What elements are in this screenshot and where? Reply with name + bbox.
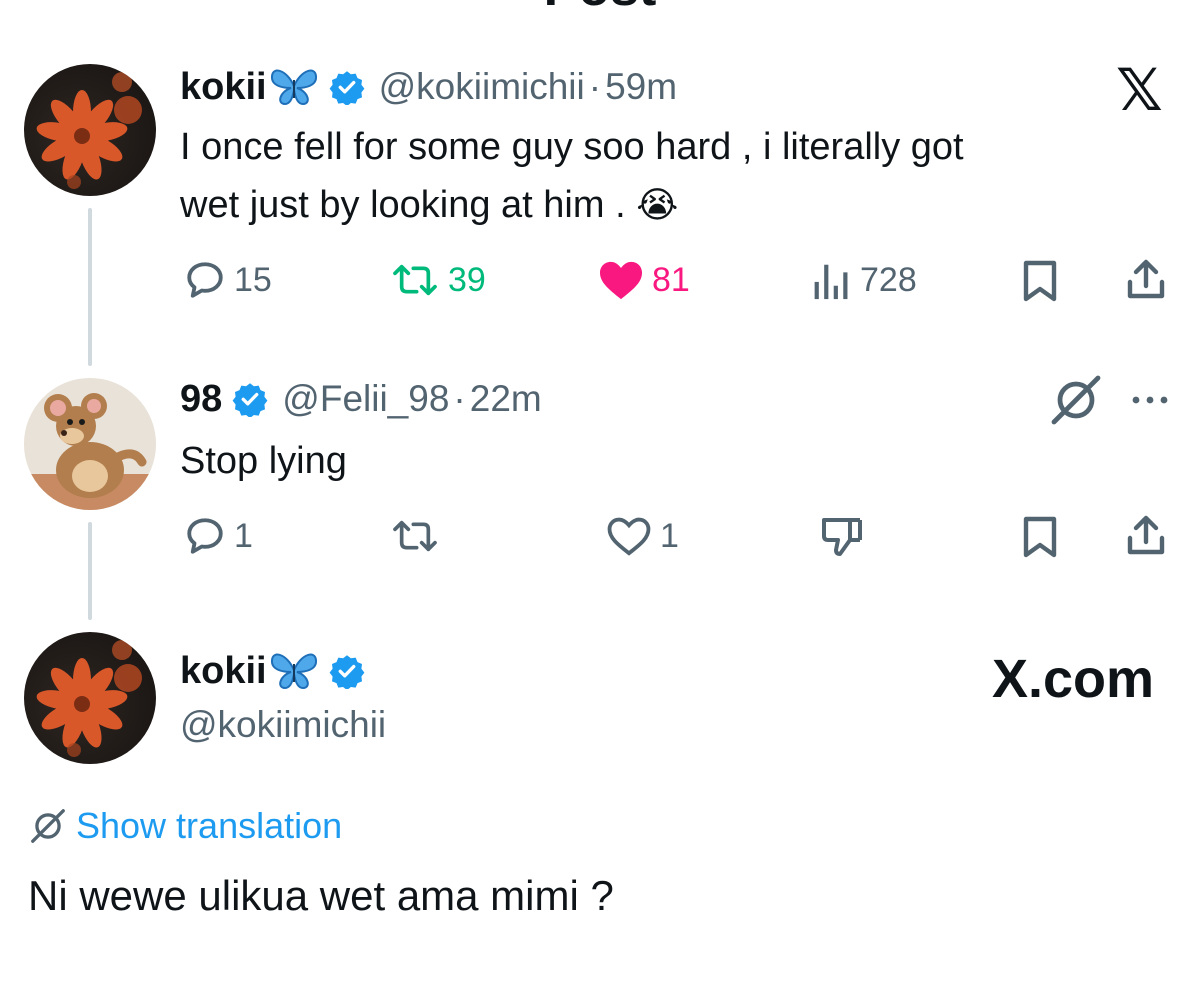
back-arrow-icon[interactable] bbox=[40, 0, 80, 4]
timestamp[interactable]: 59m bbox=[605, 66, 677, 108]
verified-badge-icon bbox=[232, 383, 268, 417]
share-icon[interactable] bbox=[1124, 256, 1168, 302]
verified-badge-icon bbox=[329, 71, 365, 105]
repost-icon[interactable] bbox=[390, 516, 440, 556]
reply-count: 15 bbox=[234, 260, 272, 299]
separator: · bbox=[453, 378, 466, 419]
thread-line bbox=[88, 208, 92, 366]
bookmark-icon[interactable] bbox=[1020, 515, 1060, 559]
x-com-logo: X.com bbox=[991, 649, 1154, 709]
like-count: 81 bbox=[652, 260, 690, 299]
share-icon[interactable] bbox=[1124, 512, 1168, 558]
avatar[interactable] bbox=[24, 378, 156, 510]
display-name[interactable]: 98 bbox=[180, 378, 222, 421]
crying-emoji: 😭 bbox=[636, 184, 679, 225]
reply-button[interactable]: 1 bbox=[184, 512, 253, 560]
repost-count: 39 bbox=[448, 260, 486, 299]
avatar[interactable] bbox=[24, 632, 156, 764]
reply-count: 1 bbox=[234, 516, 253, 555]
avatar[interactable] bbox=[24, 64, 156, 196]
tweet1-text-line1: I once fell for some guy soo hard , i li… bbox=[180, 126, 964, 168]
tweet1-header: kokii @kokiimichii · 59m bbox=[180, 62, 677, 112]
display-name[interactable]: kokii bbox=[180, 650, 267, 693]
repost-icon bbox=[393, 264, 437, 296]
repost-button[interactable]: 39 bbox=[390, 256, 486, 304]
show-translation-label: Show translation bbox=[76, 805, 343, 846]
tweet3-header: kokii bbox=[180, 646, 365, 696]
heart-icon bbox=[600, 261, 642, 300]
more-icon[interactable] bbox=[1130, 394, 1170, 406]
tweet1-text-line2: wet just by looking at him . 😭 bbox=[180, 184, 679, 226]
handle[interactable]: @kokiimichii bbox=[180, 704, 386, 746]
x-logo-icon: 𝕏 bbox=[1116, 58, 1163, 123]
views-icon bbox=[814, 264, 848, 300]
views-count: 728 bbox=[860, 260, 917, 299]
page-title: Post bbox=[0, 0, 1200, 18]
grok-icon bbox=[31, 809, 65, 843]
butterfly-icon bbox=[270, 653, 317, 690]
heart-icon bbox=[607, 517, 651, 556]
like-button[interactable]: 1 bbox=[606, 512, 679, 560]
like-button[interactable]: 81 bbox=[598, 256, 690, 304]
handle[interactable]: @Felii_98 bbox=[282, 378, 449, 420]
separator: · bbox=[588, 66, 602, 107]
flower-avatar-image bbox=[36, 640, 142, 757]
display-name[interactable]: kokii bbox=[180, 66, 267, 109]
reply-icon bbox=[187, 262, 223, 298]
flower-avatar-image bbox=[36, 72, 142, 189]
verified-badge-icon bbox=[329, 655, 365, 689]
reply-button[interactable]: 15 bbox=[184, 256, 272, 304]
tweet1-text: I once fell for some guy soo hard , i li… bbox=[180, 118, 964, 234]
thread-line bbox=[88, 522, 92, 620]
tweet2-text: Stop lying bbox=[180, 440, 347, 482]
show-translation-button[interactable]: Show translation bbox=[28, 804, 342, 848]
bookmark-icon[interactable] bbox=[1020, 259, 1060, 303]
reply-icon bbox=[187, 518, 223, 554]
views-button[interactable]: 728 bbox=[812, 256, 917, 304]
grok-icon[interactable] bbox=[1048, 374, 1104, 426]
tweet3-text: Ni wewe ulikua wet ama mimi ? bbox=[28, 872, 614, 919]
like-count: 1 bbox=[660, 516, 679, 555]
butterfly-icon bbox=[270, 69, 317, 106]
dislike-icon[interactable] bbox=[820, 514, 864, 558]
jerry-avatar-image bbox=[24, 378, 156, 510]
timestamp[interactable]: 22m bbox=[470, 378, 542, 420]
handle[interactable]: @kokiimichii bbox=[379, 66, 585, 108]
tweet2-header: 98 @Felii_98 · 22m bbox=[180, 374, 542, 424]
